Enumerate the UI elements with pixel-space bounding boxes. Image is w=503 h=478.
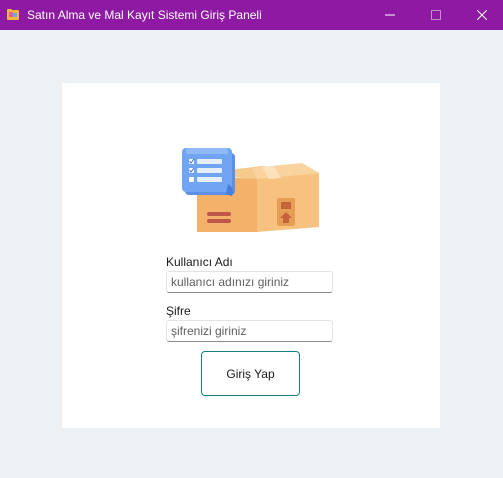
password-input[interactable] [166, 320, 333, 342]
close-icon [477, 10, 487, 20]
login-button[interactable]: Giriş Yap [201, 351, 300, 396]
password-label: Şifre [166, 304, 191, 318]
close-button[interactable] [459, 0, 503, 30]
title-bar[interactable]: Satın Alma ve Mal Kayıt Sistemi Giriş Pa… [0, 0, 503, 30]
app-icon [7, 9, 19, 20]
login-panel: Kullanıcı Adı Şifre Giriş Yap [62, 83, 440, 428]
window-body: Kullanıcı Adı Şifre Giriş Yap [0, 30, 503, 478]
username-input[interactable] [166, 271, 333, 293]
maximize-button[interactable] [413, 0, 459, 30]
package-checklist-illustration [182, 148, 319, 232]
minimize-icon [385, 14, 395, 16]
minimize-button[interactable] [367, 0, 413, 30]
maximize-icon [431, 10, 441, 20]
username-label: Kullanıcı Adı [166, 255, 233, 269]
window-title: Satın Alma ve Mal Kayıt Sistemi Giriş Pa… [27, 8, 262, 22]
